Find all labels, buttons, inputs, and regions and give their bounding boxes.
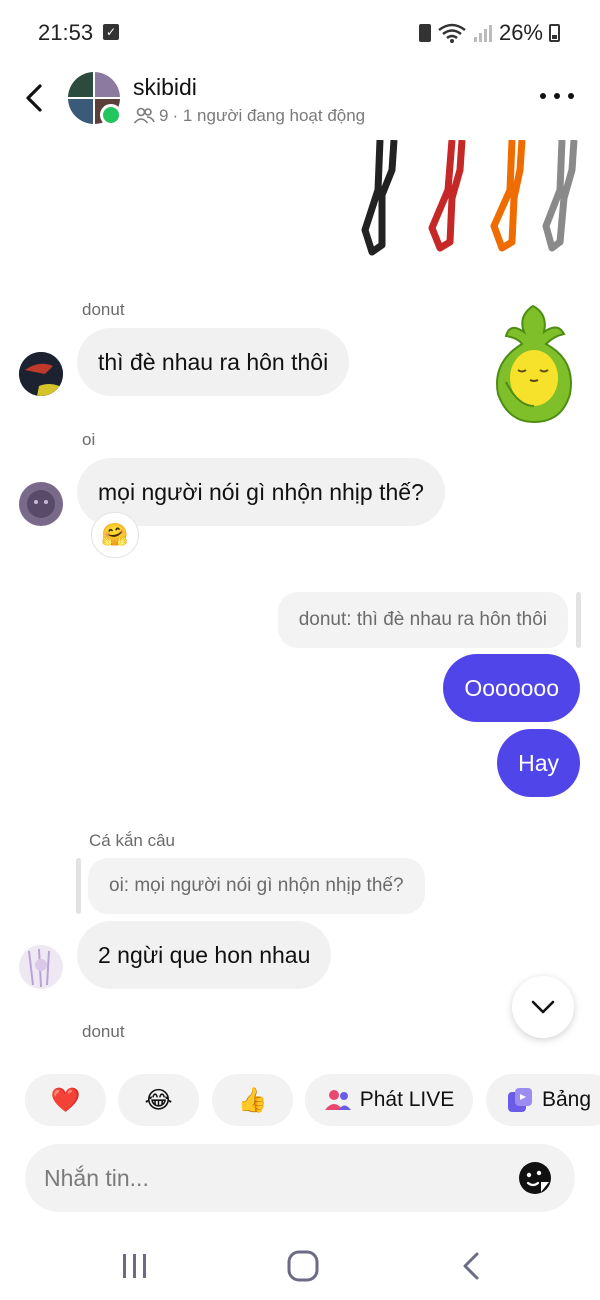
- reply-quote[interactable]: donut: thì đè nhau ra hôn thôi: [277, 592, 568, 648]
- quick-laugh-button[interactable]: 😂: [118, 1074, 199, 1126]
- message-input[interactable]: [44, 1144, 504, 1212]
- sender-name: Cá kắn câu: [89, 831, 175, 850]
- go-live-button[interactable]: Phát LIVE: [305, 1074, 473, 1126]
- avatar-oi[interactable]: [19, 482, 63, 526]
- board-button[interactable]: Bảng: [486, 1074, 600, 1126]
- notification-check-icon: ✓: [103, 24, 119, 40]
- avatar-ca-kan-cau[interactable]: [19, 945, 63, 989]
- recent-apps-icon[interactable]: [115, 1248, 155, 1284]
- quick-like-button[interactable]: 👍: [212, 1074, 293, 1126]
- chat-header: skibidi 9 · 1 người đang hoạt động: [0, 64, 600, 140]
- online-indicator: [100, 104, 122, 126]
- status-bar: 21:53 ✓ 26%: [0, 0, 600, 64]
- group-subtitle: 9 · 1 người đang hoạt động: [133, 106, 365, 126]
- board-label: Bảng: [542, 1088, 592, 1111]
- sender-name: oi: [82, 430, 96, 449]
- go-live-label: Phát LIVE: [359, 1088, 455, 1111]
- member-count: 9: [159, 106, 169, 125]
- status-right: 26%: [418, 20, 560, 46]
- sent-image[interactable]: [360, 140, 582, 260]
- system-nav-bar: [0, 1230, 600, 1300]
- message-bubble[interactable]: 2 ngừi que hon nhau: [77, 921, 332, 989]
- sticker-icon[interactable]: [517, 1160, 553, 1196]
- group-name[interactable]: skibidi: [133, 74, 197, 101]
- quote-bar: [76, 858, 81, 914]
- live-people-icon: [324, 1090, 351, 1110]
- battery-saver-icon: [418, 24, 431, 42]
- board-icon: [508, 1088, 532, 1112]
- own-message-bubble[interactable]: Ooooooo: [443, 654, 580, 722]
- home-icon[interactable]: [283, 1248, 323, 1284]
- reaction-chip[interactable]: 🤗: [91, 512, 139, 558]
- active-status: · 1 người đang hoạt động: [172, 106, 366, 125]
- more-options-icon[interactable]: [540, 90, 574, 102]
- avatar-donut[interactable]: [19, 352, 63, 396]
- quick-actions-bar: ❤️ 😂 👍 Phát LIVE Bảng: [0, 1072, 600, 1128]
- message-bubble[interactable]: mọi người nói gì nhộn nhịp thế?: [77, 458, 445, 526]
- message-bubble[interactable]: thì đè nhau ra hôn thôi: [77, 328, 350, 396]
- reply-quote[interactable]: oi: mọi người nói gì nhộn nhịp thế?: [88, 858, 425, 914]
- nav-back-icon[interactable]: [452, 1248, 492, 1284]
- own-message-bubble[interactable]: Hay: [497, 729, 580, 797]
- message-composer: [25, 1144, 575, 1212]
- laugh-icon: 😂: [144, 1086, 173, 1114]
- thumbs-up-icon: 👍: [237, 1086, 268, 1114]
- sender-name: donut: [82, 1022, 125, 1041]
- quick-heart-button[interactable]: ❤️: [25, 1074, 106, 1126]
- heart-icon: ❤️: [50, 1086, 81, 1114]
- signal-icon: [473, 25, 492, 42]
- battery-icon: [549, 24, 560, 42]
- status-time: 21:53: [38, 20, 94, 45]
- wifi-icon: [438, 23, 466, 43]
- message-list[interactable]: donut thì đè nhau ra hôn thôi oi mọi ngư…: [0, 140, 600, 1056]
- quote-bar: [576, 592, 581, 648]
- scroll-to-bottom-button[interactable]: [512, 976, 574, 1038]
- battery-percent: 26%: [498, 20, 543, 45]
- chevron-down-icon: [531, 1000, 555, 1014]
- sender-name: donut: [82, 300, 125, 319]
- back-arrow-icon[interactable]: [20, 80, 50, 116]
- corn-sticker[interactable]: [488, 302, 578, 426]
- members-icon: [133, 107, 155, 124]
